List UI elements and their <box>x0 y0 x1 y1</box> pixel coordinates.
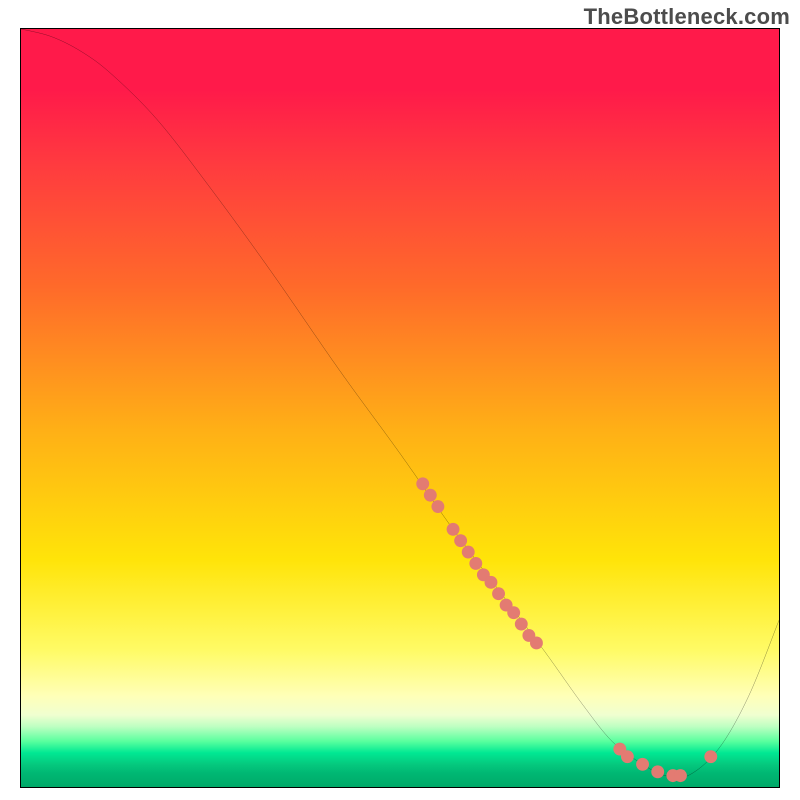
data-marker <box>515 618 528 631</box>
data-marker <box>704 750 717 763</box>
data-marker <box>431 500 444 513</box>
data-marker <box>636 758 649 771</box>
data-marker <box>674 769 687 782</box>
data-marker <box>469 557 482 570</box>
chart-frame: TheBottleneck.com <box>0 0 800 800</box>
data-marker <box>416 477 429 490</box>
data-marker <box>507 606 520 619</box>
data-marker <box>424 489 437 502</box>
data-marker <box>462 546 475 559</box>
chart-svg <box>21 29 779 787</box>
data-marker <box>454 534 467 547</box>
data-markers <box>416 477 717 782</box>
data-marker <box>651 765 664 778</box>
plot-area <box>20 28 780 788</box>
data-marker <box>447 523 460 536</box>
watermark-label: TheBottleneck.com <box>584 4 790 30</box>
bottleneck-curve <box>21 29 779 778</box>
data-marker <box>485 576 498 589</box>
data-marker <box>530 637 543 650</box>
data-marker <box>621 750 634 763</box>
data-marker <box>492 587 505 600</box>
